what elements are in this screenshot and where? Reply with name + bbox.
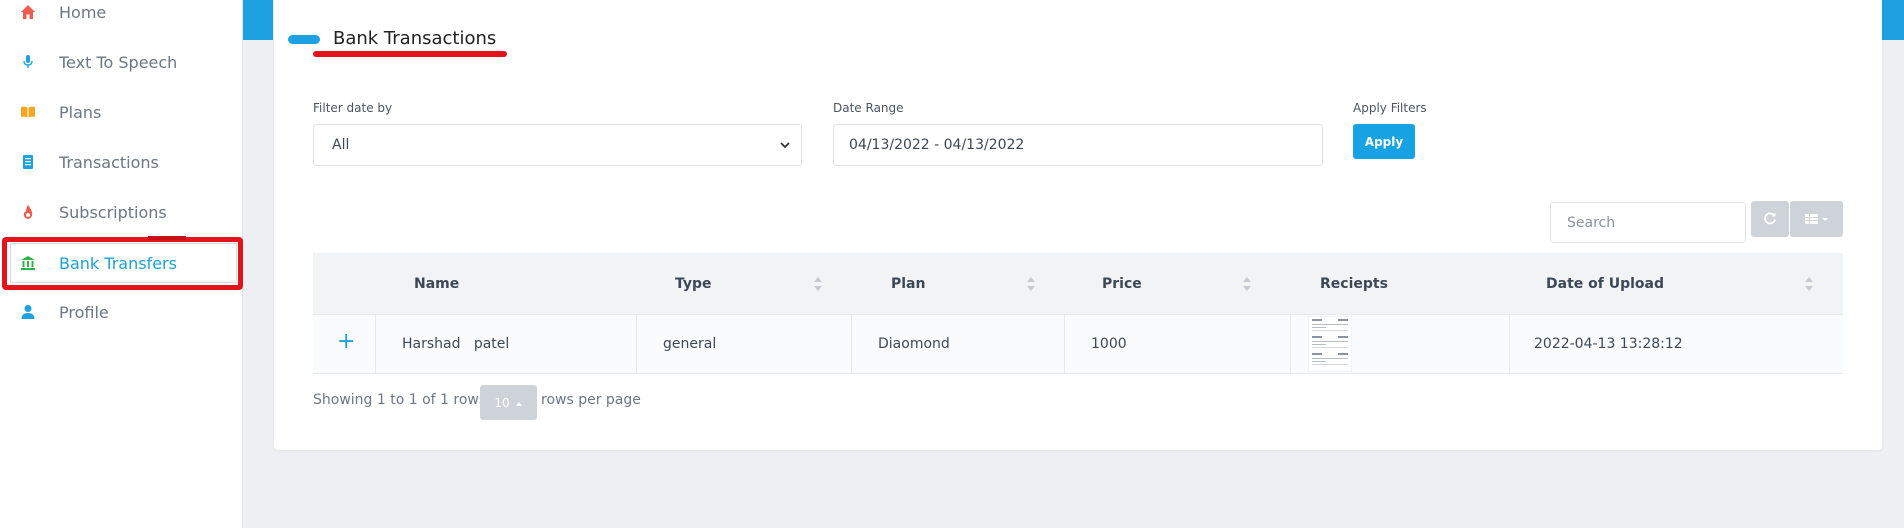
sidebar-item-label: Home — [59, 2, 107, 22]
sidebar-item-label: Bank Transfers — [59, 253, 177, 273]
header-accent-right — [1882, 0, 1904, 40]
receipt-thumbnail[interactable] — [1308, 315, 1352, 373]
refresh-icon — [1763, 210, 1777, 229]
sort-icon[interactable] — [1026, 276, 1036, 296]
column-header-reciepts[interactable]: Reciepts — [1320, 253, 1388, 314]
page-title: Bank Transactions — [333, 28, 497, 49]
sidebar-item-home[interactable]: Home — [0, 0, 243, 34]
title-accent-pill — [288, 35, 320, 44]
sidebar-item-label: Subscriptions — [59, 202, 167, 222]
column-divider — [851, 315, 852, 373]
column-header-type[interactable]: Type — [675, 253, 712, 314]
cell-type: general — [663, 336, 717, 352]
column-header-name[interactable]: Name — [414, 253, 459, 314]
table-columns-icon — [1804, 210, 1830, 229]
sidebar-item-bank-transfers[interactable]: Bank Transfers — [0, 241, 243, 285]
sidebar-item-plans[interactable]: Plans — [0, 90, 243, 134]
columns-toggle-button[interactable] — [1790, 201, 1843, 237]
filter-date-select[interactable]: All — [313, 124, 802, 166]
home-icon — [19, 3, 37, 21]
cell-date-of-upload: 2022-04-13 13:28:12 — [1534, 336, 1683, 352]
pagination-info: Showing 1 to 1 of 1 rows — [313, 392, 487, 408]
sidebar-item-transactions[interactable]: Transactions — [0, 140, 243, 184]
expand-row-button[interactable]: + — [337, 329, 355, 354]
cell-plan: Diaomond — [878, 336, 950, 352]
sidebar-item-text-to-speech[interactable]: Text To Speech — [0, 40, 243, 84]
sort-icon[interactable] — [813, 276, 823, 296]
sort-icon[interactable] — [1242, 276, 1252, 296]
cell-price: 1000 — [1091, 336, 1127, 352]
sort-icon[interactable] — [1804, 276, 1814, 296]
column-divider — [1064, 315, 1065, 373]
sidebar-item-label: Text To Speech — [59, 52, 178, 72]
filter-date-label: Filter date by — [313, 101, 393, 115]
sidebar-item-subscriptions[interactable]: Subscriptions — [0, 190, 243, 234]
apply-button[interactable]: Apply — [1353, 124, 1415, 159]
page-size-dropdown[interactable]: 10 — [480, 385, 537, 420]
sidebar: Home Text To Speech Plans Transactions S… — [0, 0, 243, 528]
date-range-label: Date Range — [833, 101, 904, 115]
bank-icon — [19, 254, 37, 272]
rows-per-page-label: rows per page — [541, 392, 641, 408]
column-header-plan[interactable]: Plan — [891, 253, 925, 314]
column-header-price[interactable]: Price — [1102, 253, 1142, 314]
document-icon — [19, 153, 37, 171]
header-accent-left — [243, 0, 273, 40]
sidebar-item-label: Plans — [59, 102, 102, 122]
filter-date-value: All — [332, 137, 350, 153]
column-divider — [1290, 315, 1291, 373]
title-annotation-underline — [313, 51, 507, 57]
caret-up-icon — [515, 396, 523, 410]
user-icon — [19, 303, 37, 321]
table-header: Name Type Plan Price Reciepts Date of Up… — [313, 253, 1843, 314]
book-icon — [19, 103, 37, 121]
apply-filters-label: Apply Filters — [1353, 101, 1427, 115]
search-placeholder: Search — [1567, 214, 1616, 231]
date-range-input[interactable]: 04/13/2022 - 04/13/2022 — [833, 124, 1323, 166]
table-row: + Harshad patel general Diaomond 1000 20… — [313, 314, 1843, 374]
flame-icon — [19, 203, 37, 221]
column-divider — [636, 315, 637, 373]
refresh-button[interactable] — [1751, 201, 1789, 237]
sidebar-item-profile[interactable]: Profile — [0, 290, 243, 334]
microphone-icon — [19, 53, 37, 71]
sidebar-item-label: Profile — [59, 302, 109, 322]
sidebar-item-label: Transactions — [59, 152, 159, 172]
column-divider — [375, 315, 376, 373]
column-divider — [1509, 315, 1510, 373]
highlight-annotation-mark — [148, 236, 186, 240]
chevron-down-icon — [779, 139, 791, 155]
cell-name: Harshad patel — [402, 336, 510, 352]
page-size-value: 10 — [494, 395, 510, 410]
search-input[interactable]: Search — [1550, 202, 1746, 243]
column-header-date-of-upload[interactable]: Date of Upload — [1546, 253, 1664, 314]
date-range-value: 04/13/2022 - 04/13/2022 — [849, 137, 1025, 153]
